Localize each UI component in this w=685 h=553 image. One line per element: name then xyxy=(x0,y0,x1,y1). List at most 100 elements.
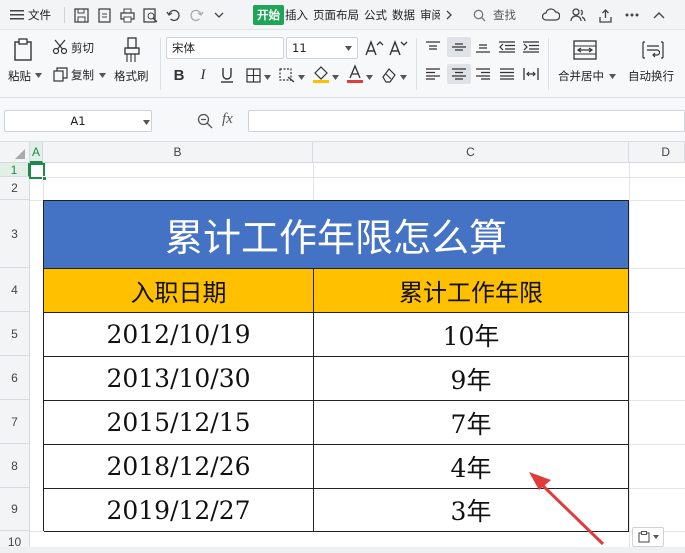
table-cell-date[interactable]: 2012/10/19 xyxy=(44,313,314,357)
row-header-9[interactable]: 9 xyxy=(0,488,30,531)
italic-icon[interactable]: I xyxy=(194,66,212,84)
header-tenure[interactable]: 累计工作年限 xyxy=(314,269,629,313)
paste-icon[interactable] xyxy=(10,36,36,64)
share-icon[interactable] xyxy=(596,6,614,24)
cut-button[interactable]: 剪切 xyxy=(71,40,94,56)
underline-icon[interactable] xyxy=(218,66,236,84)
format-painter-icon[interactable] xyxy=(120,36,144,64)
tabs-scroll-right-icon[interactable] xyxy=(440,6,458,24)
font-color-icon[interactable] xyxy=(346,64,364,84)
redo-icon[interactable] xyxy=(187,6,205,24)
row-header-7[interactable]: 7 xyxy=(0,400,30,444)
copy-button[interactable]: 复制 xyxy=(71,67,94,83)
decrease-indent-icon[interactable] xyxy=(498,39,516,55)
undo-icon[interactable] xyxy=(164,6,182,24)
fill-color-icon[interactable] xyxy=(312,64,330,84)
font-size-select[interactable]: 11 xyxy=(286,37,358,59)
borders-icon[interactable] xyxy=(244,66,262,84)
file-menu[interactable]: 文件 xyxy=(8,0,53,30)
row-header-4[interactable]: 4 xyxy=(0,268,30,312)
merge-dropdown-icon[interactable] xyxy=(608,72,616,80)
paste-button[interactable]: 粘贴 xyxy=(8,68,31,84)
column-header-c[interactable]: C xyxy=(313,142,629,163)
chevron-down-icon[interactable] xyxy=(331,73,339,81)
gridline xyxy=(629,356,685,357)
scissors-icon[interactable] xyxy=(52,39,68,55)
cell-style-icon[interactable] xyxy=(278,66,296,84)
header-hire-date[interactable]: 入职日期 xyxy=(44,269,314,313)
table-cell-date[interactable]: 2013/10/30 xyxy=(44,357,314,401)
more-options-icon[interactable] xyxy=(623,6,641,24)
increase-indent-icon[interactable] xyxy=(522,39,540,55)
table-cell-date[interactable]: 2015/12/15 xyxy=(44,401,314,445)
tab-home[interactable]: 开始 xyxy=(253,5,284,25)
chevron-down-icon[interactable] xyxy=(263,73,271,81)
tab-data[interactable]: 数据 xyxy=(390,7,417,23)
decrease-font-size-icon[interactable] xyxy=(388,38,408,58)
print-preview-icon[interactable] xyxy=(141,6,159,24)
table-cell-years[interactable]: 7年 xyxy=(314,401,629,445)
table-cell-years[interactable]: 9年 xyxy=(314,357,629,401)
print-icon[interactable] xyxy=(118,6,136,24)
collaborate-icon[interactable] xyxy=(569,6,587,24)
align-left-icon[interactable] xyxy=(424,66,442,82)
paste-options-button[interactable] xyxy=(632,527,664,547)
increase-font-size-icon[interactable] xyxy=(364,38,384,58)
tab-review[interactable]: 审阅 xyxy=(418,7,440,23)
row-header-2[interactable]: 2 xyxy=(0,177,30,200)
horizontal-scrollbar[interactable] xyxy=(0,547,685,553)
chevron-down-icon[interactable] xyxy=(210,6,228,24)
align-center-icon[interactable] xyxy=(447,64,471,84)
bold-icon[interactable]: B xyxy=(170,66,188,84)
align-right-icon[interactable] xyxy=(474,66,492,82)
selected-cell-a1[interactable] xyxy=(29,163,47,181)
distributed-align-icon[interactable] xyxy=(522,66,540,82)
chevron-down-icon[interactable] xyxy=(365,73,373,81)
collapse-ribbon-icon[interactable] xyxy=(650,6,668,24)
tab-formulas[interactable]: 公式 xyxy=(362,7,389,23)
auto-wrap-button[interactable]: 自动换行 xyxy=(628,68,674,84)
column-header-b[interactable]: B xyxy=(43,142,313,163)
formula-input[interactable] xyxy=(248,110,685,132)
copy-dropdown-icon[interactable] xyxy=(98,71,106,79)
copy-icon[interactable] xyxy=(52,66,68,82)
zoom-icon[interactable] xyxy=(196,112,214,130)
separator xyxy=(548,38,549,90)
chevron-down-icon[interactable] xyxy=(399,73,407,81)
align-top-icon[interactable] xyxy=(424,39,442,55)
table-cell-years[interactable]: 10年 xyxy=(314,313,629,357)
select-all-corner[interactable] xyxy=(0,142,30,163)
align-middle-icon[interactable] xyxy=(447,37,471,57)
tab-insert[interactable]: 插入 xyxy=(283,7,310,23)
fx-icon[interactable]: fx xyxy=(222,111,233,128)
paste-dropdown-icon[interactable] xyxy=(34,71,42,79)
wrap-text-icon[interactable] xyxy=(640,38,666,62)
cloud-sync-icon[interactable] xyxy=(542,6,560,24)
table-title[interactable]: 累计工作年限怎么算 xyxy=(44,201,629,269)
clear-format-icon[interactable] xyxy=(380,66,398,84)
fill-handle[interactable] xyxy=(42,176,47,181)
format-painter-button[interactable]: 格式刷 xyxy=(114,68,149,84)
name-box-dropdown-icon[interactable] xyxy=(142,119,150,125)
row-header-1[interactable]: 1 xyxy=(0,163,30,177)
chevron-down-icon[interactable] xyxy=(297,73,305,81)
justify-icon[interactable] xyxy=(498,66,516,82)
tab-page-layout[interactable]: 页面布局 xyxy=(311,7,361,23)
search-box[interactable]: 查找 xyxy=(470,0,518,30)
spreadsheet-grid: A B C D 1 2 3 4 5 6 7 8 9 10 累计工作年限怎么算 入… xyxy=(0,142,685,553)
column-header-d[interactable]: D xyxy=(629,142,685,163)
row-header-5[interactable]: 5 xyxy=(0,312,30,356)
name-box[interactable]: A1 xyxy=(4,110,152,132)
font-name-select[interactable]: 宋体 xyxy=(166,37,284,59)
save-icon[interactable] xyxy=(72,6,90,24)
table-cell-date[interactable]: 2018/12/26 xyxy=(44,445,314,489)
merge-center-icon[interactable] xyxy=(572,38,598,62)
row-header-6[interactable]: 6 xyxy=(0,356,30,400)
table-cell-date[interactable]: 2019/12/27 xyxy=(44,489,314,532)
align-bottom-icon[interactable] xyxy=(474,39,492,55)
merge-center-button[interactable]: 合并居中 xyxy=(558,68,604,84)
row-header-3[interactable]: 3 xyxy=(0,200,30,268)
export-pdf-icon[interactable] xyxy=(95,6,113,24)
column-header-a[interactable]: A xyxy=(30,142,43,163)
row-header-8[interactable]: 8 xyxy=(0,444,30,488)
